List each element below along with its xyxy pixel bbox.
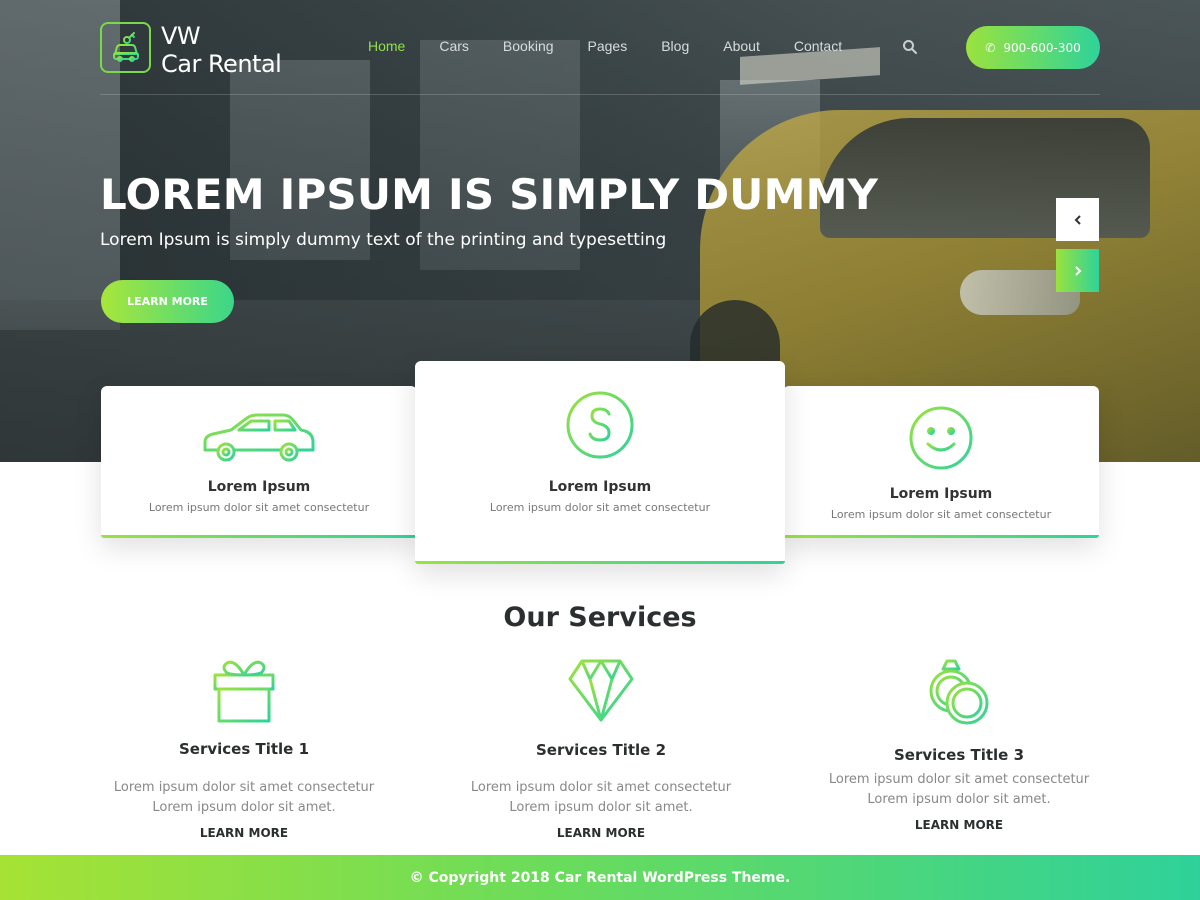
search-icon[interactable] <box>902 39 918 60</box>
feature-card-text: Lorem ipsum dolor sit amet consectetur <box>148 501 370 514</box>
feature-card-accent <box>101 535 417 538</box>
hero-subtitle: Lorem Ipsum is simply dummy text of the … <box>100 230 667 250</box>
feature-card[interactable]: Lorem Ipsum Lorem ipsum dolor sit amet c… <box>415 361 785 564</box>
chevron-right-icon <box>1074 265 1081 276</box>
logo-line-1: VW <box>161 22 201 50</box>
smiley-icon <box>783 405 1099 476</box>
service-text: Lorem ipsum dolor sit amet consectetur L… <box>828 772 1090 807</box>
phone-icon: ✆ <box>985 40 996 55</box>
service-learn-more-link[interactable]: LEARN MORE <box>94 826 394 840</box>
service-text: Lorem ipsum dolor sit amet consectetur L… <box>113 780 375 815</box>
site-logo[interactable]: VW Car Rental <box>100 22 282 78</box>
nav-item-booking[interactable]: Booking <box>503 38 554 54</box>
feature-card-accent <box>415 561 785 564</box>
rings-icon <box>809 657 1109 734</box>
site-footer: © Copyright 2018 Car Rental WordPress Th… <box>0 855 1200 900</box>
service-item: Services Title 2 Lorem ipsum dolor sit a… <box>451 657 751 840</box>
service-title: Services Title 1 <box>178 740 310 758</box>
logo-line-2: Car Rental <box>161 50 282 78</box>
nav-item-contact[interactable]: Contact <box>794 38 842 54</box>
car-icon <box>101 412 417 469</box>
service-title: Services Title 2 <box>535 741 667 759</box>
feature-card[interactable]: Lorem Ipsum Lorem ipsum dolor sit amet c… <box>783 386 1099 538</box>
dollar-icon <box>415 390 785 465</box>
nav-item-home[interactable]: Home <box>368 38 405 54</box>
copyright-text: © Copyright 2018 Car Rental WordPress Th… <box>409 869 791 886</box>
feature-card-title: Lorem Ipsum <box>548 479 652 495</box>
nav-item-about[interactable]: About <box>723 38 760 54</box>
service-title: Services Title 3 <box>893 746 1025 764</box>
service-item: Services Title 1 Lorem ipsum dolor sit a… <box>94 657 394 840</box>
header-divider <box>100 94 1100 95</box>
gift-icon <box>94 657 394 728</box>
feature-card-title: Lorem Ipsum <box>889 486 993 502</box>
logo-text: VW Car Rental <box>161 22 282 78</box>
chevron-left-icon <box>1074 214 1081 225</box>
feature-card-text: Lorem ipsum dolor sit amet consectetur <box>830 508 1052 521</box>
service-learn-more-link[interactable]: LEARN MORE <box>809 818 1109 832</box>
nav-item-blog[interactable]: Blog <box>661 38 689 54</box>
feature-card-text: Lorem ipsum dolor sit amet consectetur <box>489 501 711 514</box>
nav-item-cars[interactable]: Cars <box>439 38 469 54</box>
service-learn-more-link[interactable]: LEARN MORE <box>451 826 751 840</box>
site-header: VW Car Rental Home Cars Booking Pages Bl… <box>0 0 1200 95</box>
main-nav: Home Cars Booking Pages Blog About Conta… <box>368 38 876 54</box>
hero-learn-more-button[interactable]: LEARN MORE <box>101 280 234 323</box>
service-text: Lorem ipsum dolor sit amet consectetur L… <box>470 780 732 815</box>
slider-next-button[interactable] <box>1056 249 1099 292</box>
slider-prev-button[interactable] <box>1056 198 1099 241</box>
feature-card-accent <box>783 535 1099 538</box>
phone-button[interactable]: ✆ 900-600-300 <box>966 26 1100 69</box>
feature-card-title: Lorem Ipsum <box>207 479 311 495</box>
nav-item-pages[interactable]: Pages <box>588 38 628 54</box>
feature-card[interactable]: Lorem Ipsum Lorem ipsum dolor sit amet c… <box>101 386 417 538</box>
service-item: Services Title 3 Lorem ipsum dolor sit a… <box>809 657 1109 832</box>
hero-title: LOREM IPSUM IS SIMPLY DUMMY <box>100 170 879 219</box>
logo-car-key-icon <box>100 22 151 73</box>
services-heading: Our Services <box>503 602 697 633</box>
diamond-icon <box>451 657 751 728</box>
phone-number: 900-600-300 <box>1003 40 1081 55</box>
